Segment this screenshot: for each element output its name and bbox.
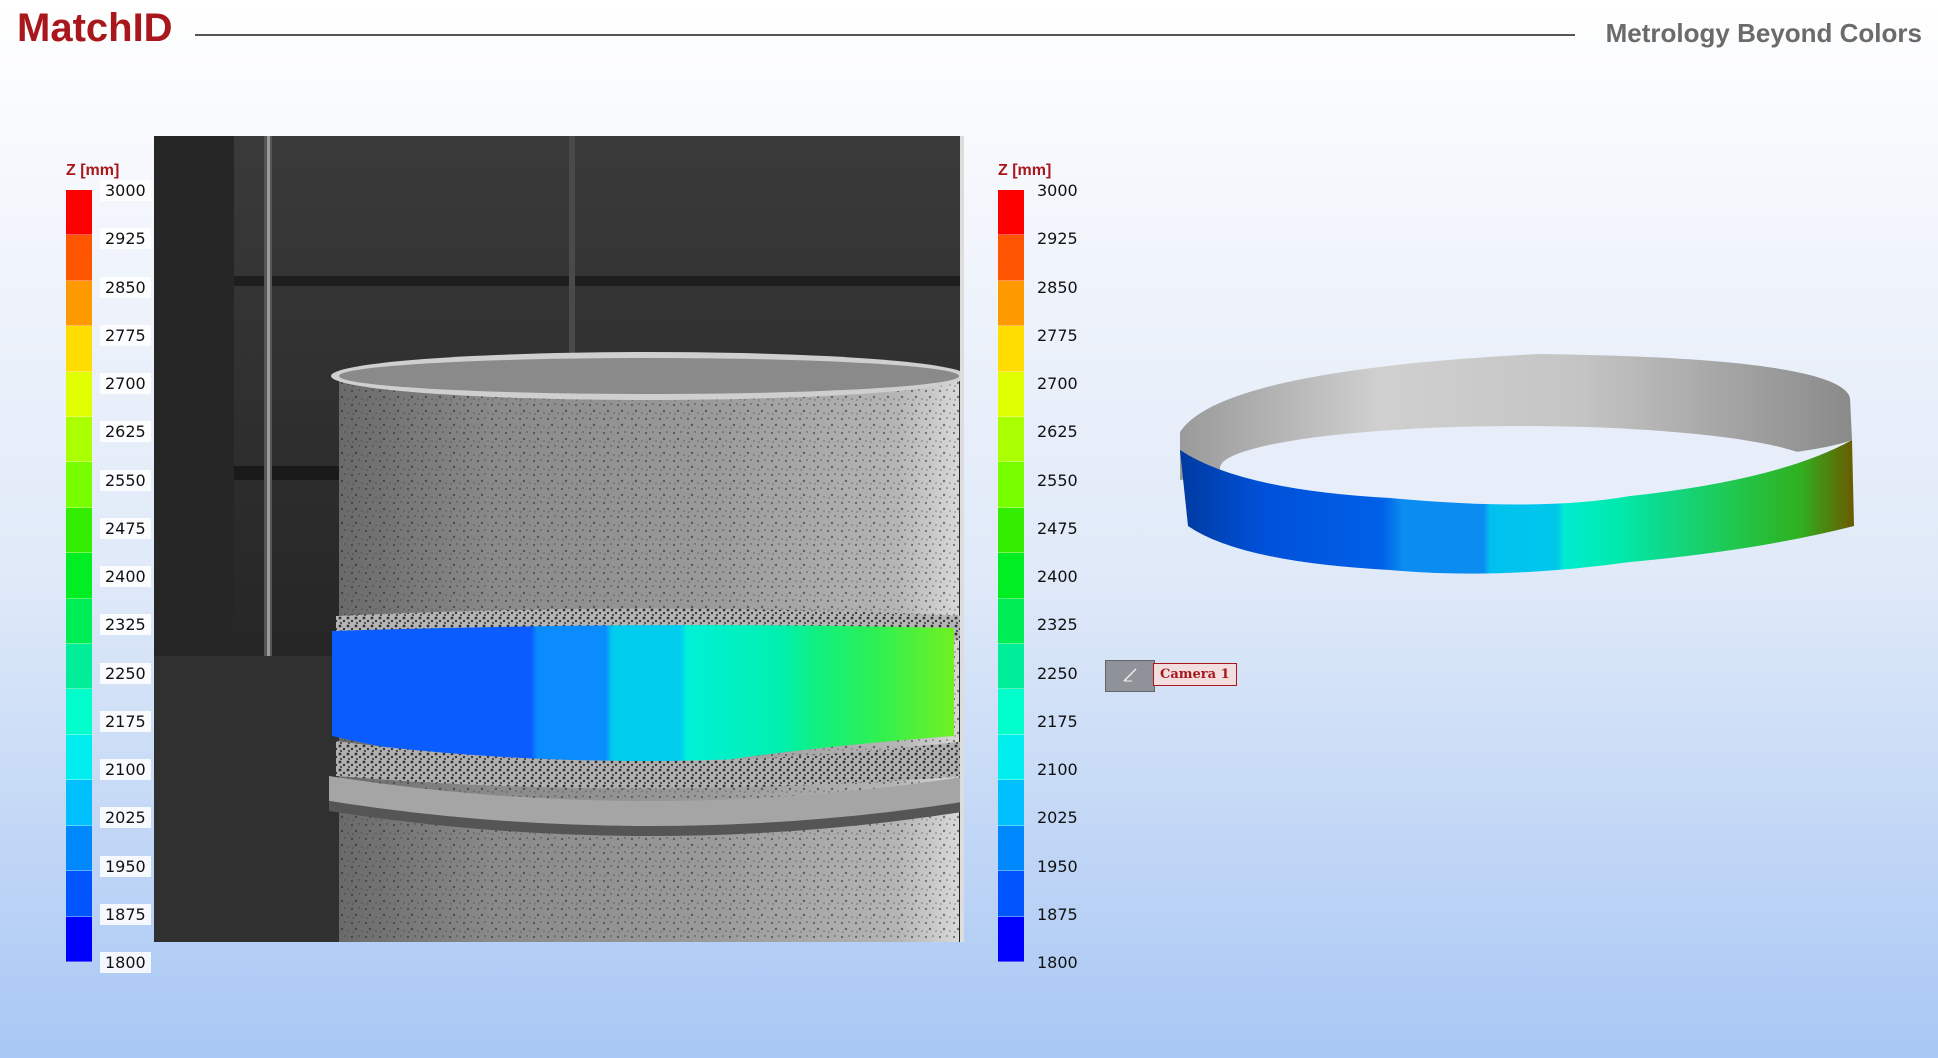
colorbar-segment (66, 462, 92, 508)
colorbar-tick-label: 2700 (100, 373, 151, 394)
header-divider (195, 34, 1575, 36)
colorbar-tick-label: 2250 (1037, 663, 1078, 683)
colorbar-tick-label: 2325 (1037, 615, 1078, 635)
colorbar-tick-label: 1800 (100, 952, 151, 973)
colorbar-segment (66, 825, 92, 872)
colorbar-segment (998, 280, 1024, 327)
colorbar-tick-label: 3000 (100, 180, 151, 201)
colorbar-segment (66, 507, 92, 554)
colorbar-tick-label: 2100 (1037, 760, 1078, 779)
colorbar-tick-label: 1950 (1037, 856, 1078, 876)
colorbar-segment (66, 280, 92, 327)
colorbar-segment (66, 553, 92, 599)
colorbar-segment (998, 916, 1024, 962)
colorbar-tick-label: 2400 (1037, 567, 1078, 586)
colorbar-tick-label: 2325 (100, 614, 151, 636)
colorbar-tick-label: 2550 (100, 469, 151, 491)
colorbar-title: Z [mm] (66, 162, 120, 179)
colorbar-tick-label: 2775 (1037, 325, 1078, 345)
colorbar-tick-label: 2175 (1037, 711, 1078, 731)
colorbar-segment (66, 644, 92, 690)
colorbar-tick-label: 2775 (100, 324, 151, 346)
colorbar-segment (66, 689, 92, 735)
colorbar-tick-label: 2475 (1037, 518, 1078, 538)
colorbar-tick-label: 2175 (100, 710, 151, 732)
colorbar-segment (998, 598, 1024, 645)
colorbar-tick-label: 2400 (100, 566, 151, 587)
colorbar-tick-label: 2850 (100, 276, 151, 298)
colorbar-tick-label: 2475 (100, 517, 151, 539)
colorbar-tick-label: 2250 (100, 662, 151, 684)
colorbar-segment (66, 871, 92, 917)
colorbar-segment (998, 190, 1024, 236)
colorbar-segment (66, 780, 92, 826)
colorbar-segment (998, 825, 1024, 872)
colorbar-tick-label: 2025 (100, 807, 151, 829)
colorbar-tick-label: 2700 (1037, 374, 1078, 393)
colorbar-segment (66, 371, 92, 418)
colorbar-segment (998, 462, 1024, 508)
3d-view[interactable] (1160, 340, 1880, 620)
colorbar-segment (66, 598, 92, 645)
colorbar-segment (998, 507, 1024, 554)
brand-logo: MatchID (17, 6, 173, 50)
colorbar-segment (998, 326, 1024, 372)
camera-label: Camera 1 (1153, 663, 1237, 686)
colorbar-right: Z [mm] 3000 2925 2850 2775 2700 2625 2550 2475 2… (998, 162, 1108, 982)
colorbar-tick-label: 1875 (100, 903, 151, 925)
colorbar-tick-label: 2025 (1037, 808, 1078, 828)
colorbar-tick-label: 2625 (100, 421, 151, 443)
colorbar-tick-label: 1950 (100, 855, 151, 877)
camera-image-view[interactable] (154, 136, 964, 942)
colorbar-segment (998, 235, 1024, 281)
colorbar-segment (998, 780, 1024, 826)
colorbar-tick-label: 2925 (100, 228, 151, 250)
colorbar-segment (998, 553, 1024, 599)
colorbar-segment (66, 417, 92, 463)
header: MatchID Metrology Beyond Colors (0, 0, 1938, 64)
colorbar-segment (998, 644, 1024, 690)
colorbar-tick-label: 1800 (1037, 953, 1078, 972)
tagline: Metrology Beyond Colors (1605, 18, 1922, 48)
colorbar-tick-label: 2850 (1037, 277, 1078, 297)
colorbar-segment (998, 871, 1024, 917)
colorbar-segment (998, 689, 1024, 735)
colorbar-strip (998, 190, 1024, 962)
colorbar-segment (66, 916, 92, 962)
colorbar-segment (66, 235, 92, 281)
colorbar-tick-label: 3000 (1037, 181, 1078, 200)
colorbar-segment (998, 417, 1024, 463)
colorbar-tick-label: 2625 (1037, 422, 1078, 442)
colorbar-tick-label: 2550 (1037, 470, 1078, 490)
colorbar-segment (998, 734, 1024, 781)
colorbar-segment (66, 190, 92, 236)
colorbar-tick-label: 2100 (100, 759, 151, 780)
camera-icon[interactable] (1105, 660, 1155, 692)
colorbar-segment (66, 326, 92, 372)
colorbar-segment (66, 734, 92, 781)
colorbar-segment (998, 371, 1024, 418)
colorbar-strip (66, 190, 92, 962)
colorbar-title: Z [mm] (998, 162, 1052, 179)
colorbar-tick-label: 2925 (1037, 229, 1078, 249)
colorbar-tick-label: 1875 (1037, 904, 1078, 924)
